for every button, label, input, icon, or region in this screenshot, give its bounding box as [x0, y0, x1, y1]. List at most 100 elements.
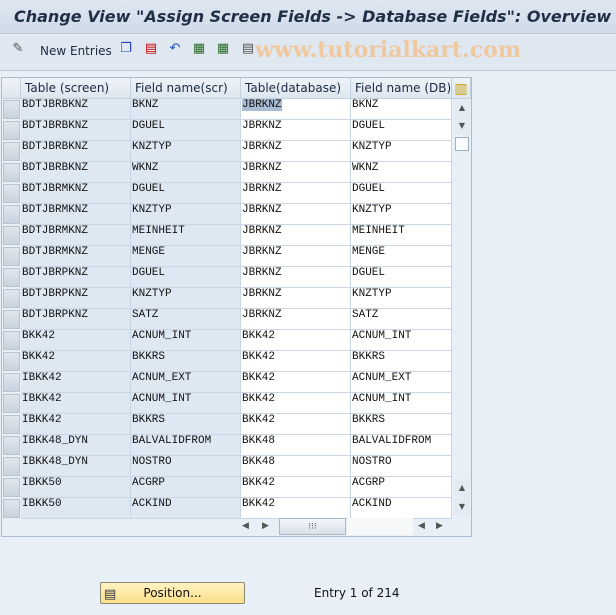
column-header[interactable]: Table (screen): [21, 78, 131, 99]
table-cell[interactable]: BKK42: [241, 372, 351, 393]
position-button[interactable]: ▤ Position...: [100, 582, 245, 604]
cell-text: KNZTYP: [352, 288, 392, 300]
table-cell[interactable]: BKNZ: [351, 99, 452, 120]
row-selector[interactable]: [3, 184, 20, 203]
scroll-left-icon[interactable]: ◀: [418, 518, 425, 535]
table-cell[interactable]: MENGE: [351, 246, 452, 267]
select-all-icon[interactable]: ▦: [191, 41, 207, 57]
scroll-down-icon[interactable]: ▼: [454, 117, 470, 135]
scroll-up-icon[interactable]: ▲: [454, 479, 470, 497]
table-cell[interactable]: JBRKNZ: [241, 267, 351, 288]
table-cell: BDTJBRPKNZ: [21, 288, 131, 309]
cell-text: BDTJBRPKNZ: [22, 288, 89, 300]
table-cell[interactable]: BKK42: [241, 414, 351, 435]
table-cell[interactable]: DGUEL: [351, 120, 452, 141]
table-settings-icon[interactable]: ▥: [452, 78, 471, 99]
table-cell[interactable]: ACKIND: [351, 498, 452, 519]
scroll-right-icon[interactable]: ▶: [262, 518, 269, 535]
cell-text: IBKK48_DYN: [22, 456, 89, 468]
table-cell[interactable]: ACNUM_INT: [351, 393, 452, 414]
row-selector[interactable]: [3, 289, 20, 308]
scroll-thumb[interactable]: [455, 137, 469, 151]
table-cell[interactable]: BKKRS: [351, 414, 452, 435]
table-cell[interactable]: ACNUM_INT: [351, 330, 452, 351]
table-cell[interactable]: KNZTYP: [351, 204, 452, 225]
table-cell[interactable]: WKNZ: [351, 162, 452, 183]
horizontal-scroll-thumb[interactable]: ⁝⁝⁝: [279, 518, 346, 535]
row-selector[interactable]: [3, 268, 20, 287]
table-cell[interactable]: BKKRS: [351, 351, 452, 372]
undo-icon[interactable]: ↶: [167, 41, 183, 57]
table-cell[interactable]: SATZ: [351, 309, 452, 330]
column-header[interactable]: Field name (DB): [351, 78, 452, 99]
row-selector[interactable]: [3, 331, 20, 350]
delete-icon[interactable]: ▤: [143, 41, 159, 57]
row-selector[interactable]: [3, 499, 20, 518]
row-selector[interactable]: [3, 415, 20, 434]
row-selector[interactable]: [3, 163, 20, 182]
table-cell[interactable]: JBRKNZ: [241, 183, 351, 204]
row-selector[interactable]: [3, 373, 20, 392]
table-cell[interactable]: JBRKNZ: [241, 309, 351, 330]
table-cell[interactable]: BKK42: [241, 351, 351, 372]
table-cell[interactable]: JBRKNZ: [241, 204, 351, 225]
table-cell[interactable]: DGUEL: [351, 267, 452, 288]
table-cell[interactable]: KNZTYP: [351, 288, 452, 309]
row-selector[interactable]: [3, 121, 20, 140]
cell-text: BKKRS: [352, 351, 386, 363]
scroll-up-icon[interactable]: ▲: [454, 99, 470, 117]
row-selector[interactable]: [3, 394, 20, 413]
table-cell[interactable]: ACNUM_EXT: [351, 372, 452, 393]
copy-icon[interactable]: ❐: [118, 41, 134, 57]
cell-text: IBKK50: [22, 477, 62, 489]
table-cell[interactable]: BKK42: [241, 330, 351, 351]
table-cell[interactable]: NOSTRO: [351, 456, 452, 477]
table-row: IBKK42 BKKRS BKK42 BKKRS: [2, 414, 452, 435]
row-selector[interactable]: [3, 142, 20, 161]
display-change-icon[interactable]: ✎: [10, 41, 26, 57]
scroll-left-icon[interactable]: ◀: [242, 518, 249, 535]
page-title: Change View "Assign Screen Fields -> Dat…: [14, 7, 612, 26]
cell-text: MENGE: [132, 246, 166, 258]
row-selector[interactable]: [3, 205, 20, 224]
row-selector[interactable]: [3, 478, 20, 497]
select-block-icon[interactable]: ▦: [215, 41, 231, 57]
row-selector[interactable]: [3, 352, 20, 371]
deselect-all-icon[interactable]: ▤: [240, 41, 256, 57]
table-cell[interactable]: ACGRP: [351, 477, 452, 498]
row-selector[interactable]: [3, 226, 20, 245]
table-cell[interactable]: JBRKNZ: [241, 120, 351, 141]
row-selector[interactable]: [3, 100, 20, 119]
table-cell[interactable]: BKK42: [241, 498, 351, 519]
table-cell[interactable]: JBRKNZ: [241, 141, 351, 162]
table-cell[interactable]: BKK42: [241, 393, 351, 414]
table-cell[interactable]: DGUEL: [351, 183, 452, 204]
new-entries-button[interactable]: New Entries: [40, 44, 112, 58]
scroll-right-icon[interactable]: ▶: [436, 518, 443, 535]
table-cell[interactable]: BKK42: [241, 477, 351, 498]
table-cell[interactable]: MEINHEIT: [351, 225, 452, 246]
column-header[interactable]: Table(database): [241, 78, 351, 99]
row-selector[interactable]: [3, 310, 20, 329]
cell-text: SATZ: [352, 309, 379, 321]
select-all-rows[interactable]: [2, 78, 21, 99]
table-cell[interactable]: JBRKNZ: [241, 246, 351, 267]
column-header[interactable]: Field name(scr): [131, 78, 241, 99]
table-cell[interactable]: BALVALIDFROM: [351, 435, 452, 456]
table-cell[interactable]: KNZTYP: [351, 141, 452, 162]
cell-text: BDTJBRMKNZ: [22, 204, 89, 216]
row-selector[interactable]: [3, 436, 20, 455]
table-cell[interactable]: BKK48: [241, 456, 351, 477]
scroll-down-icon[interactable]: ▼: [454, 498, 470, 516]
table-cell[interactable]: JBRKNZ: [241, 225, 351, 246]
row-selector[interactable]: [3, 247, 20, 266]
table-cell[interactable]: JBRKNZ: [241, 162, 351, 183]
table-cell[interactable]: BKK48: [241, 435, 351, 456]
table-cell[interactable]: JBRKNZ: [241, 288, 351, 309]
horizontal-scroll-track[interactable]: [347, 518, 413, 535]
table-cell[interactable]: JBRKNZ: [241, 99, 351, 120]
cell-text: NOSTRO: [132, 456, 172, 468]
cell-text: BKNZ: [132, 99, 159, 111]
row-selector[interactable]: [3, 457, 20, 476]
vertical-scrollbar[interactable]: ▲ ▼ ▲ ▼: [453, 99, 471, 519]
